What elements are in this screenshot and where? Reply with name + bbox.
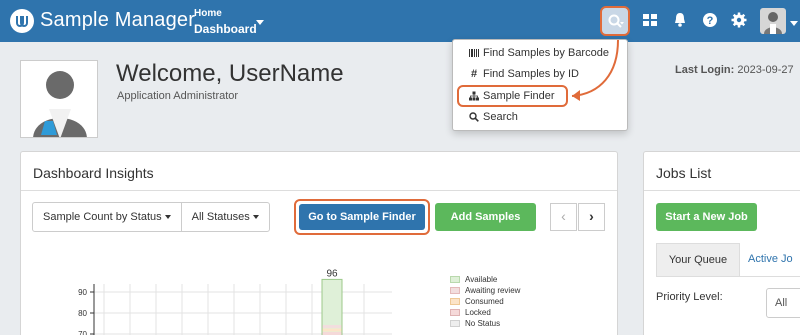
chart-bars: 96 xyxy=(321,268,343,335)
chart-view-label: Sample Count by Status xyxy=(43,211,162,223)
grid-icon[interactable] xyxy=(641,11,661,31)
start-new-job-button[interactable]: Start a New Job xyxy=(656,203,757,231)
hash-icon: # xyxy=(470,68,478,80)
barcode-icon xyxy=(469,49,479,57)
chart-grid xyxy=(94,284,392,335)
priority-level-select[interactable]: All xyxy=(766,288,800,318)
callout-arrow-icon xyxy=(571,39,619,101)
legend-swatch xyxy=(450,320,460,327)
section-menu-small-label: Home xyxy=(194,8,222,19)
divider xyxy=(644,190,800,191)
y-tick-label: 70 xyxy=(78,330,87,335)
last-login-label: Last Login: xyxy=(675,64,735,76)
chevron-down-icon[interactable] xyxy=(790,21,798,26)
bar-segment[interactable] xyxy=(322,328,342,332)
legend-label: Available xyxy=(465,275,498,284)
menu-item-search[interactable]: Search xyxy=(469,111,518,123)
search-icon xyxy=(469,112,479,122)
top-navbar: Sample Manager Home Dashboard ? xyxy=(0,0,800,42)
status-bar-chart: 90 80 70 96 xyxy=(78,268,392,335)
legend-swatch xyxy=(450,309,460,316)
go-to-sample-finder-button[interactable]: Go to Sample Finder xyxy=(299,204,425,230)
chart-view-dropdown[interactable]: Sample Count by Status xyxy=(33,203,181,231)
legend-label: Awaiting review xyxy=(465,286,521,295)
jobs-title: Jobs List xyxy=(656,165,712,181)
legend-item[interactable]: No Status xyxy=(450,318,520,329)
tab-active-jobs[interactable]: Active Jo xyxy=(748,243,800,276)
bar-total-label: 96 xyxy=(326,268,338,279)
profile-avatar xyxy=(20,60,98,138)
welcome-heading: Welcome, UserName xyxy=(116,60,344,87)
chevron-down-icon xyxy=(252,215,259,220)
prev-chart-button[interactable]: ‹ xyxy=(550,203,577,231)
svg-text:?: ? xyxy=(707,15,714,27)
legend-item[interactable]: Consumed xyxy=(450,296,520,307)
section-menu-label: Dashboard xyxy=(194,22,257,36)
legend-swatch xyxy=(450,276,460,283)
insights-title: Dashboard Insights xyxy=(33,165,154,181)
menu-item-label: Search xyxy=(483,111,518,123)
priority-level-label: Priority Level: xyxy=(656,291,723,303)
y-tick-label: 90 xyxy=(78,288,87,297)
next-chart-button[interactable]: › xyxy=(578,203,605,231)
legend-swatch xyxy=(450,298,460,305)
app-name[interactable]: Sample Manager xyxy=(40,9,195,32)
bar-segment[interactable] xyxy=(322,325,342,328)
divider xyxy=(21,190,617,191)
last-login-value: 2023-09-27 xyxy=(737,64,794,76)
status-filter-dropdown[interactable]: All Statuses xyxy=(180,203,269,231)
legend-swatch xyxy=(450,287,460,294)
chart-legend: Available Awaiting review Consumed Locke… xyxy=(450,274,520,329)
legend-item[interactable]: Available xyxy=(450,274,520,285)
bell-icon[interactable] xyxy=(671,11,691,31)
legend-item[interactable]: Awaiting review xyxy=(450,285,520,296)
status-filter-label: All Statuses xyxy=(191,211,250,223)
legend-item[interactable]: Locked xyxy=(450,307,520,318)
user-avatar[interactable] xyxy=(760,8,786,34)
user-role: Application Administrator xyxy=(117,90,239,102)
tab-your-queue[interactable]: Your Queue xyxy=(656,243,740,276)
app-logo-icon[interactable] xyxy=(10,9,34,33)
y-tick-label: 80 xyxy=(78,309,87,318)
add-samples-button[interactable]: Add Samples xyxy=(435,203,536,231)
chart-filter-group: Sample Count by Status All Statuses xyxy=(32,202,270,232)
legend-label: Locked xyxy=(465,308,491,317)
chevron-down-icon[interactable] xyxy=(256,20,264,25)
legend-label: No Status xyxy=(465,319,501,328)
y-axis: 90 80 70 xyxy=(78,284,95,335)
gear-icon[interactable] xyxy=(730,11,750,31)
legend-label: Consumed xyxy=(465,297,504,306)
last-login: Last Login: 2023-09-27 xyxy=(675,64,794,76)
help-icon[interactable]: ? xyxy=(701,11,721,31)
tabs-underline xyxy=(656,276,800,277)
chevron-down-icon xyxy=(164,215,171,220)
section-menu[interactable]: Home Dashboard xyxy=(194,8,257,37)
